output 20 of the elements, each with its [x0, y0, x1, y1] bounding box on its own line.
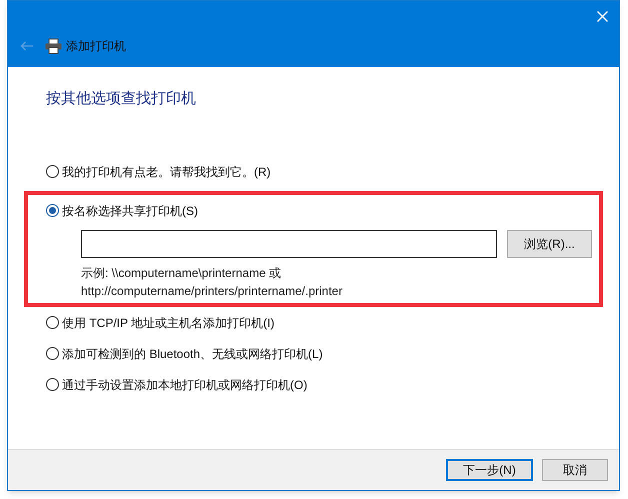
- printer-icon: [45, 38, 62, 54]
- browse-button[interactable]: 浏览(R)...: [507, 230, 592, 258]
- example-text: 示例: \\computername\printername 或: [81, 264, 282, 282]
- radio-option[interactable]: 使用 TCP/IP 地址或主机名添加打印机(I): [46, 314, 603, 330]
- radio-option[interactable]: 通过手动设置添加本地打印机或网络打印机(O): [46, 376, 603, 392]
- radio-button[interactable]: [46, 378, 59, 391]
- radio-button[interactable]: [46, 347, 59, 360]
- radio-button[interactable]: [46, 204, 59, 217]
- radio-option[interactable]: 我的打印机有点老。请帮我找到它。(R): [46, 164, 603, 180]
- radio-button[interactable]: [46, 165, 59, 178]
- example-text: http://computername/printers/printername/.printer: [81, 282, 344, 300]
- radio-option[interactable]: 添加可检测到的 Bluetooth、无线或网络打印机(L): [46, 346, 603, 362]
- window-title: 添加打印机: [66, 38, 126, 55]
- printer-name-field[interactable]: [81, 230, 497, 258]
- close-icon[interactable]: [597, 11, 608, 22]
- next-button[interactable]: 下一步(N): [446, 459, 533, 481]
- cancel-button[interactable]: 取消: [542, 459, 608, 481]
- radio-option[interactable]: 按名称选择共享打印机(S): [46, 202, 592, 218]
- page-heading: 按其他选项查找打印机: [46, 89, 197, 109]
- radio-button[interactable]: [46, 316, 59, 329]
